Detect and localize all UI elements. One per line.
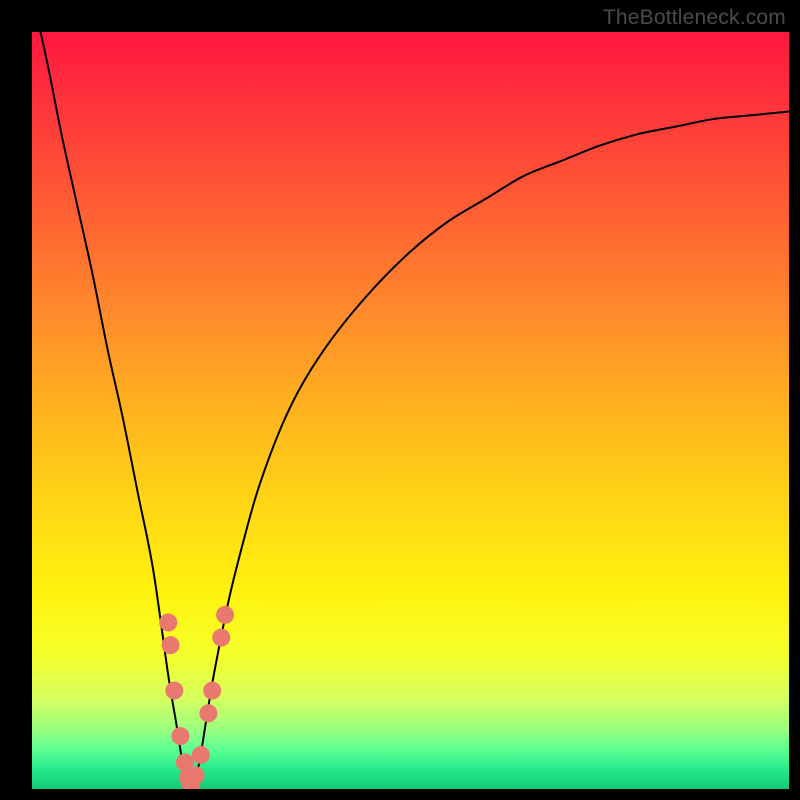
data-marker <box>216 606 234 624</box>
data-marker <box>165 682 183 700</box>
chart-plot-area <box>32 32 789 789</box>
data-marker <box>203 682 221 700</box>
data-marker <box>192 746 210 764</box>
data-marker <box>212 629 230 647</box>
chart-frame: TheBottleneck.com <box>0 0 800 800</box>
watermark-text: TheBottleneck.com <box>603 6 786 30</box>
data-marker <box>159 613 177 631</box>
bottleneck-curve <box>32 32 789 789</box>
data-marker <box>162 636 180 654</box>
chart-svg <box>32 32 789 789</box>
data-marker <box>187 766 205 784</box>
data-marker <box>199 704 217 722</box>
data-marker <box>171 727 189 745</box>
